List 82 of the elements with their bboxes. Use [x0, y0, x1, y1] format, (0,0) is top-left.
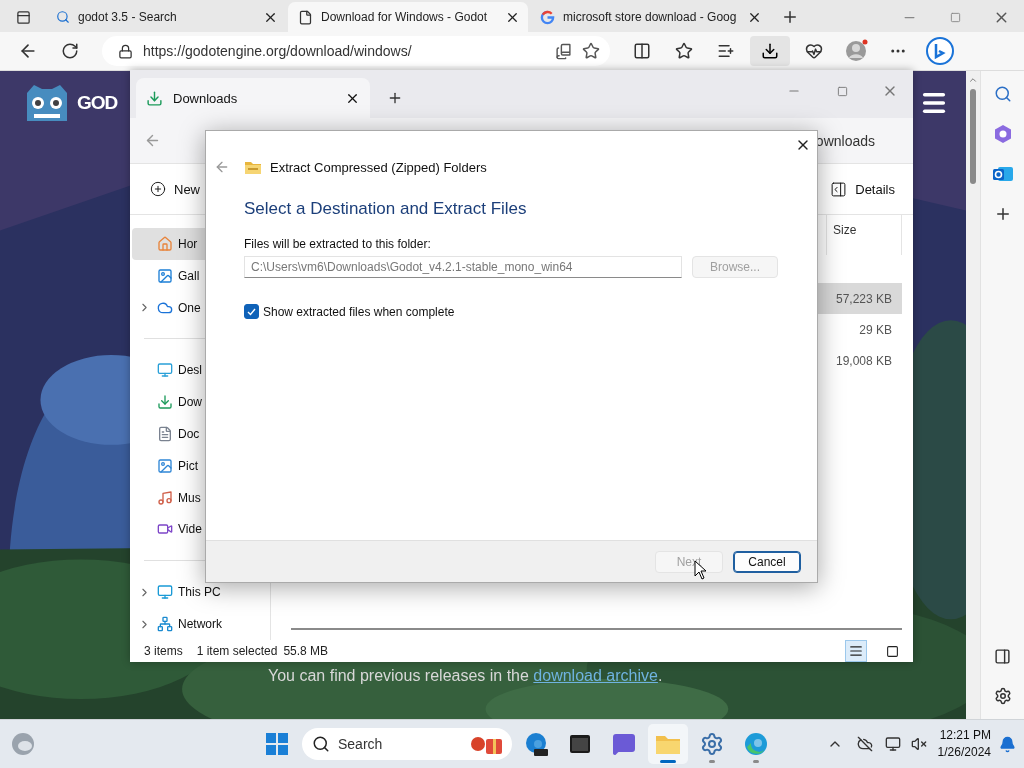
scrollbar[interactable]: [291, 628, 902, 630]
windows-icon[interactable]: [266, 733, 288, 755]
refresh-icon[interactable]: [61, 42, 79, 60]
check-icon: [247, 307, 256, 316]
downloads-button[interactable]: [750, 36, 790, 66]
logo-text: GOD: [77, 92, 118, 114]
list-icon: [849, 644, 863, 658]
read-aloud-icon[interactable]: [555, 42, 572, 60]
gallery-icon: [157, 267, 173, 284]
zip-folder-icon: [244, 159, 262, 175]
star-icon[interactable]: [582, 42, 600, 60]
search-field[interactable]: ownloads: [815, 132, 899, 149]
edge-icon[interactable]: [523, 731, 549, 757]
hexagon-icon[interactable]: [992, 124, 1013, 144]
checkbox-label: Show extracted files when complete: [263, 304, 455, 319]
address-field[interactable]: https://godotengine.org/download/windows/: [102, 36, 610, 66]
clock-date[interactable]: 1/26/2024: [937, 744, 991, 761]
sidebar-icon[interactable]: [994, 647, 1011, 665]
cloud-off-icon[interactable]: [856, 736, 873, 752]
new-button[interactable]: New: [150, 173, 200, 205]
selection-info: 1 item selected: [196, 644, 278, 658]
window-icon[interactable]: [569, 734, 591, 754]
maximize-icon[interactable]: [836, 85, 848, 97]
dialog-title: Extract Compressed (Zipped) Folders: [270, 159, 487, 175]
plus-circle-icon: [150, 181, 166, 197]
view-button[interactable]: [845, 640, 867, 662]
computer-icon: [157, 584, 173, 601]
document-icon: [157, 425, 173, 442]
lock-icon: [118, 43, 133, 59]
tiles-icon: [885, 644, 899, 658]
checkbox[interactable]: [244, 304, 259, 319]
download-icon: [761, 42, 779, 60]
new-tab-icon[interactable]: [781, 8, 799, 26]
bing-icon[interactable]: [925, 36, 955, 66]
google-icon: [540, 9, 555, 25]
dialog-heading: Select a Destination and Extract Files: [244, 199, 528, 219]
heart-pulse-icon[interactable]: [805, 42, 823, 60]
page-icon: [298, 9, 313, 25]
size-cell-text: 29 KB: [858, 321, 893, 339]
path-field[interactable]: C:\Users\vm6\Downloads\Godot_v4.2.1-stable_mono_win64: [244, 256, 682, 278]
home-icon: [157, 235, 173, 252]
clock-time[interactable]: 12:21 PM: [939, 727, 991, 744]
network-icon: [157, 616, 173, 633]
settings-icon[interactable]: [993, 687, 1012, 705]
pictures-icon: [157, 457, 173, 474]
new-tab-icon[interactable]: [387, 90, 403, 106]
tab-actions-icon[interactable]: [15, 9, 31, 25]
music-icon: [157, 489, 173, 506]
chat-icon[interactable]: [612, 732, 636, 756]
column-header[interactable]: Size: [826, 215, 902, 255]
download-icon: [146, 89, 163, 107]
taskbar-app-button[interactable]: [648, 724, 688, 764]
mail-icon[interactable]: [991, 164, 1014, 184]
size-cell-text: 19,008 KB: [834, 352, 893, 370]
selection-size: 55.8 MB: [283, 644, 329, 658]
search-icon: [56, 10, 70, 24]
details-pane-icon: [830, 180, 848, 198]
dialog-button[interactable]: Cancel: [733, 550, 801, 573]
gear-icon[interactable]: [700, 732, 724, 756]
favorites-icon[interactable]: [675, 42, 693, 60]
browser-tab[interactable]: Download for Windows - Godot: [288, 2, 528, 32]
item-count: 3 items: [144, 644, 183, 658]
network-icon[interactable]: [884, 736, 901, 752]
browser-tab[interactable]: microsoft store download - Goog: [530, 2, 770, 32]
avatar-icon[interactable]: [844, 39, 868, 63]
archive-link[interactable]: download archive: [533, 667, 658, 684]
split-screen-icon[interactable]: [633, 42, 651, 60]
archive-text: You can find previous releases in the download archive.: [268, 667, 664, 685]
search-icon[interactable]: [993, 85, 1012, 103]
volume-muted-icon[interactable]: [910, 736, 927, 752]
explorer-tab[interactable]: Downloads: [136, 78, 370, 118]
browser-tab[interactable]: godot 3.5 - Search: [46, 2, 286, 32]
details-button[interactable]: Details: [830, 173, 895, 205]
scrollbar-thumb[interactable]: [970, 89, 976, 184]
desktop-icon: [157, 362, 173, 379]
notification-icon[interactable]: [999, 735, 1016, 753]
search-icon: [312, 735, 330, 753]
nav-item[interactable]: Network: [132, 608, 268, 640]
search-field[interactable]: Search: [302, 728, 512, 760]
collections-icon[interactable]: [717, 42, 735, 60]
download-icon: [157, 394, 173, 411]
size-cell: 57,223 KB: [818, 283, 902, 314]
